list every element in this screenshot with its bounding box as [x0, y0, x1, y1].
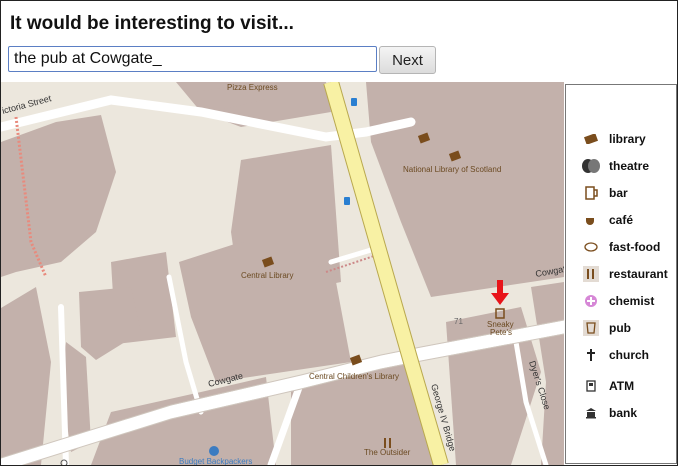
legend-label: ATM	[609, 379, 635, 393]
legend-label: café	[609, 213, 634, 227]
restaurant-icon	[580, 263, 602, 285]
church-icon	[580, 344, 602, 366]
map-canvas[interactable]: Pizza Express National Library of Scotla…	[1, 82, 564, 465]
pub-icon	[580, 317, 602, 339]
pizza-express-label: Pizza Express	[227, 83, 278, 92]
answer-input[interactable]	[8, 46, 377, 72]
app-window: It would be interesting to visit... Next	[0, 0, 678, 466]
legend-label: chemist	[609, 294, 655, 308]
legend-item-pub: pub	[566, 317, 676, 339]
legend-label: church	[609, 348, 650, 362]
tourism-icon	[209, 446, 219, 456]
legend-label: fast-food	[609, 240, 661, 254]
legend-item-church: church	[566, 344, 676, 366]
cafe-icon	[580, 209, 602, 231]
map-legend: library theatre bar café fast-food resta…	[565, 84, 677, 464]
legend-item-theatre: theatre	[566, 155, 676, 177]
budget-backpackers-label: Budget Backpackers	[179, 457, 252, 465]
legend-item-cafe: café	[566, 209, 676, 231]
sneaky-petes-label-line2: Pete's	[490, 328, 512, 337]
page-title: It would be interesting to visit...	[10, 13, 294, 34]
legend-label: bank	[609, 406, 638, 420]
national-library-label: National Library of Scotland	[403, 165, 501, 174]
legend-label: theatre	[609, 159, 650, 173]
bank-icon	[580, 402, 602, 424]
legend-label: library	[609, 132, 646, 146]
legend-item-bank: bank	[566, 402, 676, 424]
legend-item-bar: bar	[566, 182, 676, 204]
legend-item-library: library	[566, 128, 676, 150]
legend-item-restaurant: restaurant	[566, 263, 676, 285]
chemist-icon	[580, 290, 602, 312]
legend-label: pub	[609, 321, 631, 335]
the-outsider-label: The Outsider	[364, 448, 411, 457]
atm-icon	[580, 375, 602, 397]
fast-food-icon	[580, 236, 602, 258]
legend-label: restaurant	[609, 267, 668, 281]
library-icon	[580, 128, 602, 150]
map-view[interactable]: Pizza Express National Library of Scotla…	[1, 82, 564, 465]
legend-item-chemist: chemist	[566, 290, 676, 312]
legend-item-atm: ATM	[566, 375, 676, 397]
next-button[interactable]: Next	[379, 46, 436, 74]
theatre-icon	[580, 155, 602, 177]
legend-item-fast-food: fast-food	[566, 236, 676, 258]
legend-label: bar	[609, 186, 628, 200]
bar-icon	[580, 182, 602, 204]
central-childrens-library-label: Central Children's Library	[309, 372, 399, 381]
house-number-label: 71	[454, 317, 463, 326]
central-library-label: Central Library	[241, 271, 293, 280]
